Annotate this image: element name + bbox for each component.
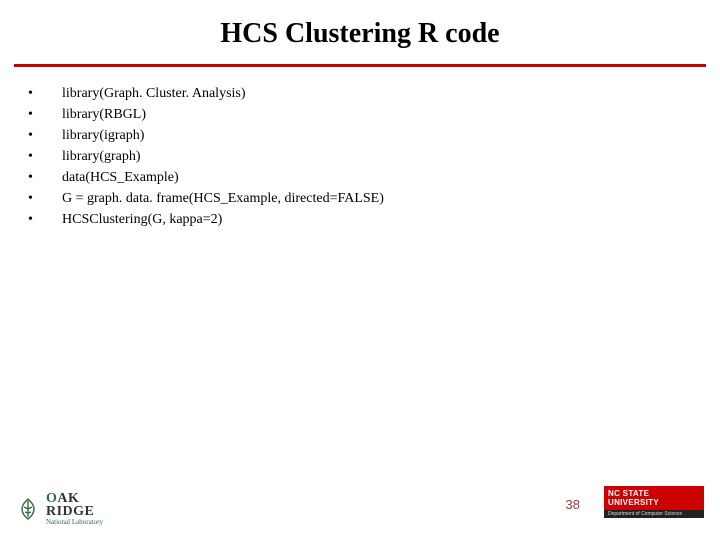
bullet-dot: •	[22, 167, 62, 188]
oak-leaf-icon	[16, 497, 40, 521]
bullet-dot: •	[22, 83, 62, 104]
slide: HCS Clustering R code • library(Graph. C…	[0, 0, 720, 540]
divider-rule	[14, 64, 706, 67]
bullet-text: library(RBGL)	[62, 104, 146, 125]
bullet-text: G = graph. data. frame(HCS_Example, dire…	[62, 188, 384, 209]
list-item: • library(igraph)	[22, 125, 720, 146]
oak-ridge-logo: OAK RIDGE National Laboratory	[16, 492, 103, 526]
bullet-text: HCSClustering(G, kappa=2)	[62, 209, 222, 230]
list-item: • library(Graph. Cluster. Analysis)	[22, 83, 720, 104]
bullet-text: library(igraph)	[62, 125, 144, 146]
list-item: • library(RBGL)	[22, 104, 720, 125]
bullet-dot: •	[22, 209, 62, 230]
slide-title: HCS Clustering R code	[0, 0, 720, 64]
bullet-dot: •	[22, 125, 62, 146]
page-number: 38	[566, 497, 580, 512]
bullet-text: library(graph)	[62, 146, 141, 167]
bullet-dot: •	[22, 188, 62, 209]
oak-ridge-sub: National Laboratory	[46, 519, 103, 526]
list-item: • HCSClustering(G, kappa=2)	[22, 209, 720, 230]
ncstate-main: NC STATE UNIVERSITY	[604, 486, 704, 510]
bullet-dot: •	[22, 146, 62, 167]
bullet-text: data(HCS_Example)	[62, 167, 179, 188]
bullet-dot: •	[22, 104, 62, 125]
oak-ridge-text: OAK RIDGE National Laboratory	[46, 492, 103, 526]
ncstate-sub: Department of Computer Science	[604, 510, 704, 518]
list-item: • data(HCS_Example)	[22, 167, 720, 188]
list-item: • library(graph)	[22, 146, 720, 167]
footer: OAK RIDGE National Laboratory 38 NC STAT…	[0, 484, 720, 530]
bullet-list: • library(Graph. Cluster. Analysis) • li…	[22, 83, 720, 230]
bullet-text: library(Graph. Cluster. Analysis)	[62, 83, 246, 104]
ncstate-logo: NC STATE UNIVERSITY Department of Comput…	[604, 486, 704, 518]
list-item: • G = graph. data. frame(HCS_Example, di…	[22, 188, 720, 209]
oak-ridge-word: RIDGE	[46, 505, 103, 518]
